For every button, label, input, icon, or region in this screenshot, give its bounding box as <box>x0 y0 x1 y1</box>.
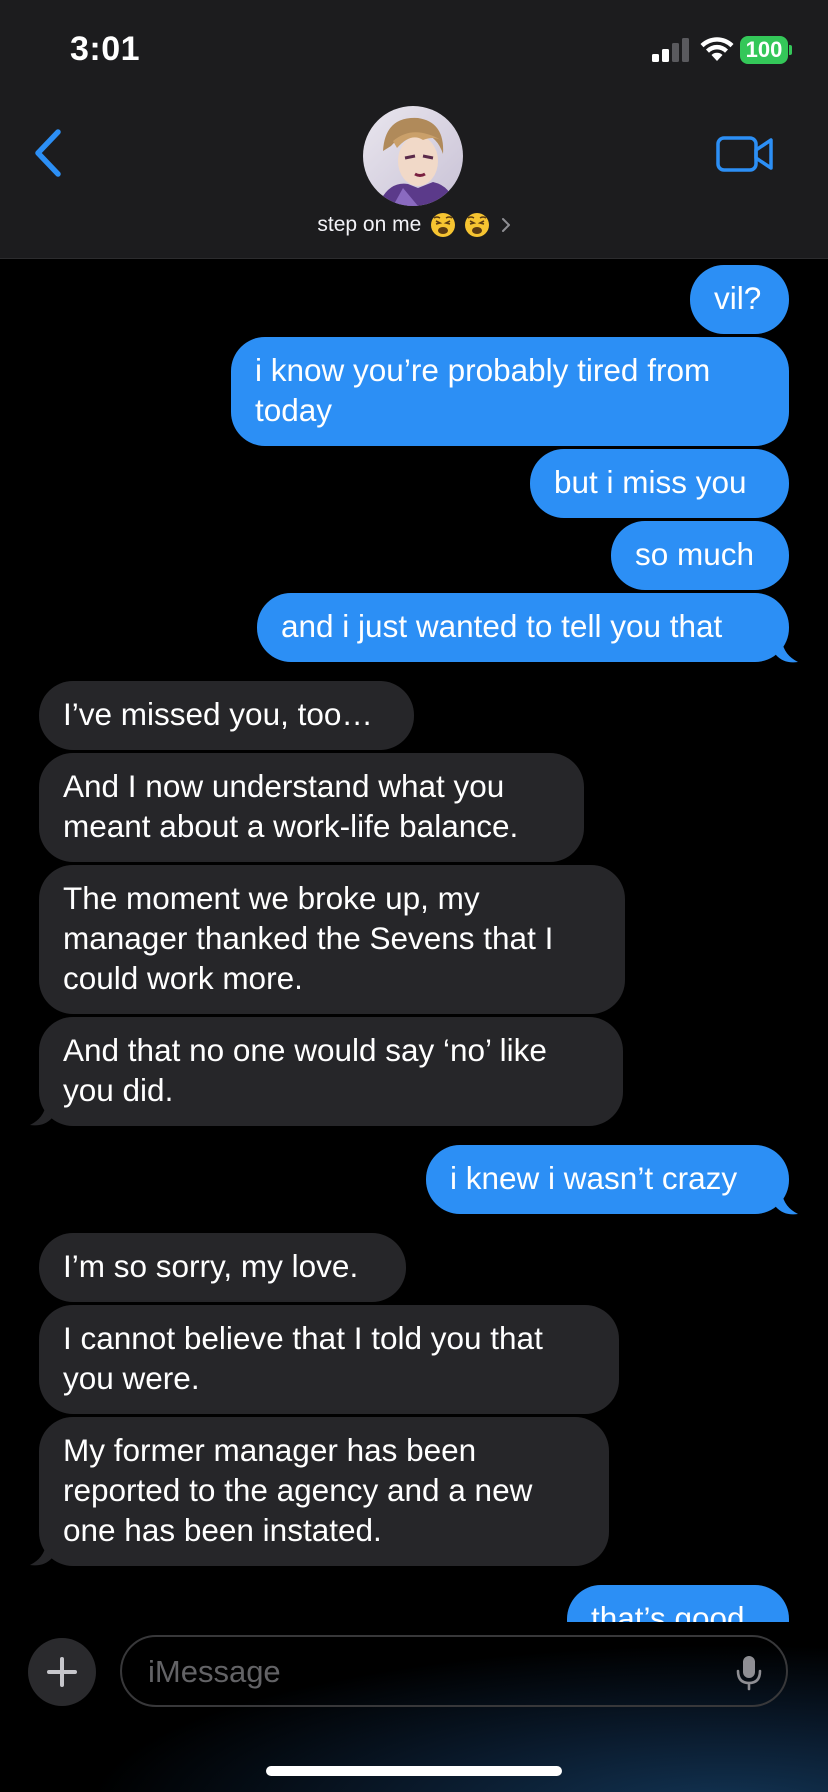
received-message[interactable]: I cannot believe that I told you that yo… <box>39 1305 619 1414</box>
bubble-tail <box>776 1193 798 1215</box>
home-indicator[interactable] <box>266 1766 562 1776</box>
sent-message[interactable]: but i miss you <box>530 449 789 518</box>
contact-name: step on me <box>317 213 422 236</box>
sent-message[interactable]: vil? <box>690 265 789 334</box>
sent-message[interactable]: i know you’re probably tired from today <box>231 337 789 446</box>
received-message[interactable]: And I now understand what you meant abou… <box>39 753 584 862</box>
weary-face-emoji-icon <box>430 213 455 237</box>
sent-message[interactable]: so much <box>611 521 789 590</box>
received-message[interactable]: The moment we broke up, my manager thank… <box>39 865 625 1014</box>
conversation-header: step on me <box>0 100 828 259</box>
add-attachment-button[interactable] <box>28 1638 96 1706</box>
contact-details-link[interactable]: step on me <box>0 212 828 246</box>
bubble-tail <box>776 641 798 663</box>
plus-icon <box>47 1657 77 1687</box>
status-time: 3:01 <box>70 30 141 68</box>
wifi-icon <box>700 37 734 61</box>
sent-message[interactable]: i knew i wasn’t crazy <box>426 1145 789 1214</box>
video-camera-icon[interactable] <box>716 134 774 174</box>
sent-message[interactable]: that’s good <box>567 1585 789 1622</box>
message-transcript[interactable]: vil? i know you’re probably tired from t… <box>0 259 828 1622</box>
cellular-signal-icon <box>652 38 689 62</box>
bubble-tail <box>30 1104 52 1126</box>
received-message[interactable]: I’m so sorry, my love. <box>39 1233 406 1302</box>
message-input[interactable] <box>146 1649 710 1695</box>
microphone-icon[interactable] <box>734 1655 764 1691</box>
chevron-left-icon[interactable] <box>28 124 68 182</box>
received-message[interactable]: And that no one would say ‘no’ like you … <box>39 1017 623 1126</box>
received-message[interactable]: I’ve missed you, too… <box>39 681 414 750</box>
battery-level: 100 <box>740 36 788 64</box>
weary-face-emoji-icon <box>465 213 490 237</box>
battery-icon: 100 <box>740 36 792 64</box>
status-bar: 3:01 100 <box>0 0 828 100</box>
received-message[interactable]: My former manager has been reported to t… <box>39 1417 609 1566</box>
message-field[interactable] <box>120 1635 788 1707</box>
chevron-right-icon <box>501 218 510 232</box>
compose-bar <box>0 1622 828 1792</box>
bubble-tail <box>30 1544 52 1566</box>
sent-message[interactable]: and i just wanted to tell you that <box>257 593 789 662</box>
contact-avatar[interactable] <box>363 106 463 206</box>
